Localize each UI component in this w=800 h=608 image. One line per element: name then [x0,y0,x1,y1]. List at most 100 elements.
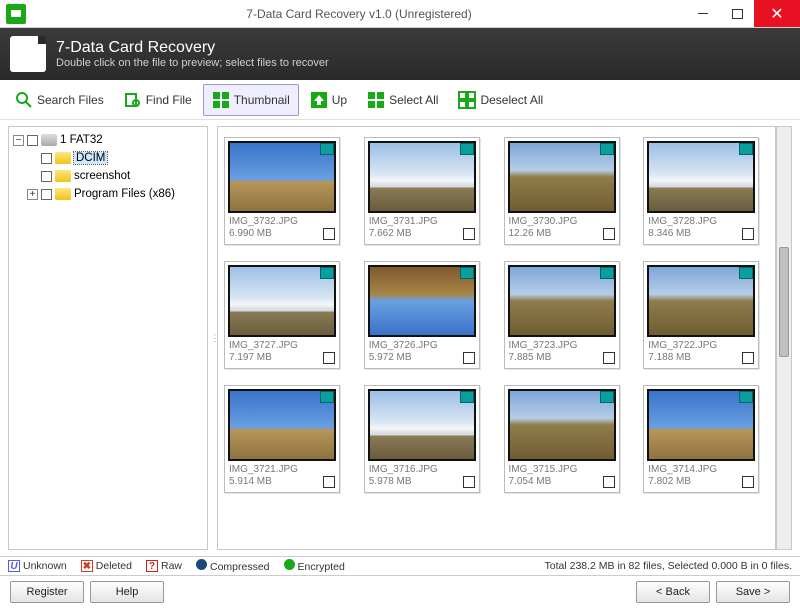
file-name: IMG_3727.JPG [229,340,321,352]
folder-icon [55,152,71,164]
thumbnail-image[interactable] [647,389,755,461]
toolbar-label: Deselect All [480,93,543,107]
thumbnail-image[interactable] [647,265,755,337]
thumbnail-item[interactable]: IMG_3716.JPG5.978 MB [364,385,480,493]
thumbnail-checkbox[interactable] [742,352,754,364]
thumbnail-checkbox[interactable] [323,476,335,488]
image-badge-icon [600,391,614,403]
app-name: 7-Data Card Recovery [56,39,329,57]
raw-icon: ? [146,560,158,572]
thumbnail-grid: IMG_3732.JPG6.990 MBIMG_3731.JPG7.662 MB… [217,126,776,550]
image-badge-icon [320,391,334,403]
select-all-button[interactable]: Select All [358,84,447,116]
file-name: IMG_3730.JPG [509,216,601,228]
tree-checkbox[interactable] [27,135,38,146]
file-name: IMG_3721.JPG [229,464,321,476]
close-button[interactable]: ✕ [754,0,800,27]
image-badge-icon [460,267,474,279]
thumbnail-checkbox[interactable] [323,352,335,364]
up-arrow-icon [310,91,328,109]
compressed-icon [196,559,207,570]
thumbnail-checkbox[interactable] [742,228,754,240]
file-size: 5.978 MB [369,476,461,488]
thumbnail-item[interactable]: IMG_3727.JPG7.197 MB [224,261,340,369]
file-size: 7.054 MB [509,476,601,488]
toolbar-label: Up [332,93,347,107]
tree-label: 1 FAT32 [60,134,103,146]
thumbnail-checkbox[interactable] [463,352,475,364]
minimize-button[interactable] [686,0,720,27]
search-icon [15,91,33,109]
thumbnail-item[interactable]: IMG_3731.JPG7.662 MB [364,137,480,245]
file-name: IMG_3728.JPG [648,216,740,228]
file-size: 8.346 MB [648,228,740,240]
thumbnail-image[interactable] [228,265,336,337]
image-badge-icon [600,267,614,279]
tree-checkbox[interactable] [41,189,52,200]
thumbnail-image[interactable] [508,389,616,461]
thumbnail-checkbox[interactable] [463,476,475,488]
thumbnail-checkbox[interactable] [603,476,615,488]
file-size: 7.197 MB [229,352,321,364]
scrollbar-handle[interactable] [779,247,789,357]
thumbnail-checkbox[interactable] [603,228,615,240]
deleted-icon: ✖ [81,560,93,572]
thumbnail-checkbox[interactable] [323,228,335,240]
expand-icon[interactable]: + [27,189,38,200]
thumbnail-image[interactable] [228,141,336,213]
file-size: 7.662 MB [369,228,461,240]
tree-drive-row[interactable]: − 1 FAT32 [11,131,205,149]
thumbnail-image[interactable] [508,265,616,337]
thumbnail-checkbox[interactable] [742,476,754,488]
image-badge-icon [460,143,474,155]
collapse-icon[interactable]: − [13,135,24,146]
thumbnail-item[interactable]: IMG_3730.JPG12.26 MB [504,137,620,245]
file-name: IMG_3731.JPG [369,216,461,228]
thumbnail-checkbox[interactable] [603,352,615,364]
thumbnail-image[interactable] [368,265,476,337]
file-name: IMG_3726.JPG [369,340,461,352]
tree-folder-program-files[interactable]: + Program Files (x86) [11,185,205,203]
thumbnail-item[interactable]: IMG_3715.JPG7.054 MB [504,385,620,493]
file-name: IMG_3723.JPG [509,340,601,352]
select-all-icon [367,91,385,109]
thumbnail-item[interactable]: IMG_3714.JPG7.802 MB [643,385,759,493]
window-title: 7-Data Card Recovery v1.0 (Unregistered) [32,7,686,21]
file-size: 6.990 MB [229,228,321,240]
file-name: IMG_3732.JPG [229,216,321,228]
deselect-all-button[interactable]: Deselect All [449,84,552,116]
thumbnail-item[interactable]: IMG_3732.JPG6.990 MB [224,137,340,245]
tree-checkbox[interactable] [41,153,52,164]
image-badge-icon [460,391,474,403]
thumbnail-image[interactable] [228,389,336,461]
up-button[interactable]: Up [301,84,356,116]
thumbnail-image[interactable] [368,141,476,213]
thumbnail-image[interactable] [508,141,616,213]
thumbnail-item[interactable]: IMG_3726.JPG5.972 MB [364,261,480,369]
tree-checkbox[interactable] [41,171,52,182]
tree-folder-dcim[interactable]: DCIM [11,149,205,167]
sd-card-icon [10,36,46,72]
maximize-button[interactable] [720,0,754,27]
thumbnail-item[interactable]: IMG_3728.JPG8.346 MB [643,137,759,245]
thumbnail-item[interactable]: IMG_3723.JPG7.885 MB [504,261,620,369]
legend-label: Unknown [23,560,67,572]
tree-folder-screenshot[interactable]: screenshot [11,167,205,185]
vertical-scrollbar[interactable] [776,126,792,550]
tree-label: screenshot [74,170,130,182]
toolbar-label: Select All [389,93,438,107]
thumbnail-image[interactable] [368,389,476,461]
file-name: IMG_3716.JPG [369,464,461,476]
folder-tree[interactable]: − 1 FAT32 DCIM screenshot + Program File… [8,126,208,550]
footer-bar: Register Help < Back Save > [0,576,800,608]
thumbnail-checkbox[interactable] [463,228,475,240]
folder-icon [55,170,71,182]
image-badge-icon [600,143,614,155]
thumbnail-item[interactable]: IMG_3721.JPG5.914 MB [224,385,340,493]
thumbnail-button[interactable]: Thumbnail [203,84,299,116]
thumbnail-image[interactable] [647,141,755,213]
file-size: 7.802 MB [648,476,740,488]
search-files-button[interactable]: Search Files [6,84,113,116]
find-file-button[interactable]: Find File [115,84,201,116]
thumbnail-item[interactable]: IMG_3722.JPG7.188 MB [643,261,759,369]
